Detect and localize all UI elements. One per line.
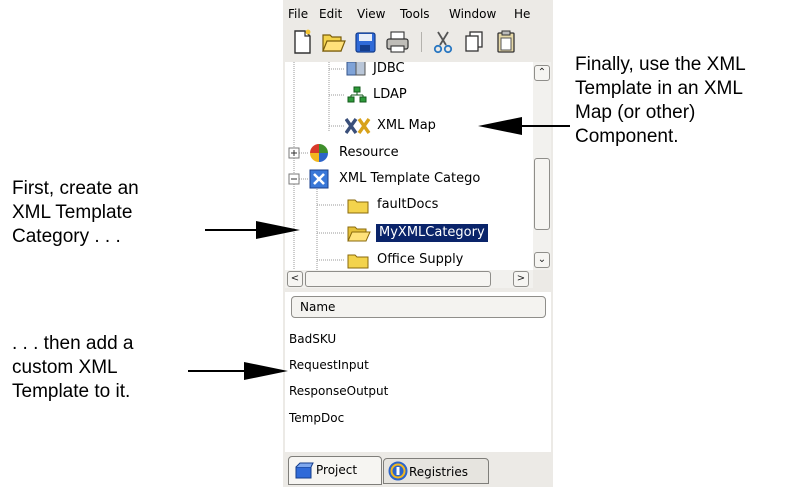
arrow-to-xml-map	[478, 117, 570, 135]
arrow-to-category	[205, 221, 300, 239]
arrow-to-template	[188, 362, 288, 380]
annotation-arrows	[188, 117, 570, 380]
